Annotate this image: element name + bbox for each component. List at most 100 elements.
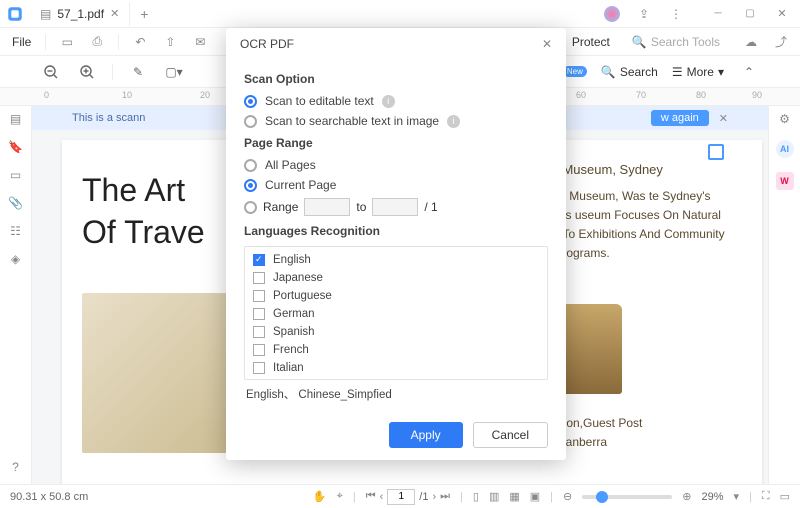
first-page-icon[interactable]: ⏮ — [366, 490, 376, 503]
tab-protect[interactable]: Protect — [572, 35, 610, 49]
page-input[interactable] — [387, 489, 415, 505]
collapse-icon[interactable]: ⌃ — [738, 61, 760, 83]
zoom-in-status-icon[interactable]: ⊕ — [682, 490, 691, 503]
page-range-heading: Page Range — [244, 136, 548, 150]
shape-dropdown[interactable]: ▢▾ — [163, 61, 185, 83]
mail-icon[interactable]: ✉ — [189, 31, 211, 53]
more-button[interactable]: ☰More▾ — [672, 65, 724, 79]
lang-row[interactable]: French — [253, 341, 539, 359]
share-icon[interactable]: ⤴ — [770, 31, 792, 53]
banner-again-button[interactable]: w again — [651, 110, 709, 126]
lang-label: Japanese — [273, 272, 323, 284]
lang-checkbox[interactable] — [253, 272, 265, 284]
help-icon[interactable]: ? — [12, 460, 19, 474]
lang-label: German — [273, 308, 315, 320]
lang-label: French — [273, 344, 309, 356]
banner-close-icon[interactable]: ✕ — [719, 112, 728, 125]
lang-row[interactable]: German — [253, 305, 539, 323]
select-tool-icon[interactable]: ⌖ — [337, 490, 343, 503]
lang-row[interactable]: Japanese — [253, 269, 539, 287]
window-minimize-button[interactable] — [704, 2, 732, 26]
radio-range[interactable] — [244, 201, 257, 214]
two-page-icon[interactable]: ▦ — [509, 490, 519, 503]
word-icon[interactable]: W — [776, 172, 794, 190]
lang-checkbox[interactable] — [253, 362, 265, 374]
layers-icon[interactable]: ◈ — [11, 252, 20, 266]
zoom-slider[interactable] — [582, 495, 672, 499]
search-tools-input[interactable]: 🔍 Search Tools — [632, 35, 720, 49]
radio-editable[interactable] — [244, 95, 257, 108]
fields-icon[interactable]: ☷ — [10, 224, 21, 238]
document-tab[interactable]: ▤ 57_1.pdf ✕ — [30, 2, 130, 26]
ai-orb-icon[interactable] — [598, 2, 626, 26]
cloud-icon[interactable]: ☁ — [740, 31, 762, 53]
undo-icon[interactable]: ↶ — [129, 31, 151, 53]
last-page-icon[interactable]: ⏭ — [440, 490, 450, 503]
page-total: /1 — [419, 491, 428, 503]
properties-icon[interactable]: ⚙ — [779, 112, 790, 126]
file-menu[interactable]: File — [8, 35, 35, 49]
selected-languages: English、 Chinese_Simpfied — [244, 380, 548, 408]
info-icon[interactable]: i — [447, 115, 460, 128]
highlighter-icon[interactable]: ✎ — [127, 61, 149, 83]
window-close-button[interactable] — [768, 2, 796, 26]
thumbnails-icon[interactable]: ▤ — [10, 112, 21, 126]
lang-checkbox[interactable] — [253, 254, 265, 266]
radio-searchable-label: Scan to searchable text in image — [265, 114, 439, 128]
radio-current-page[interactable] — [244, 179, 257, 192]
hand-tool-icon[interactable]: ✋ — [313, 490, 327, 503]
print-icon[interactable]: ⎙ — [86, 31, 108, 53]
read-mode-icon[interactable]: ▭ — [780, 490, 790, 503]
dialog-close-icon[interactable]: ✕ — [542, 37, 552, 51]
range-total-label: / 1 — [424, 200, 437, 214]
languages-heading: Languages Recognition — [244, 224, 548, 238]
pin-icon[interactable]: ⇪ — [630, 2, 658, 26]
lang-row[interactable]: Italian — [253, 359, 539, 377]
search-button[interactable]: 🔍Search — [601, 65, 658, 79]
comments-icon[interactable]: ▭ — [10, 168, 21, 182]
kebab-icon[interactable]: ⋮ — [662, 2, 690, 26]
lang-row[interactable]: Portuguese — [253, 287, 539, 305]
tab-add-button[interactable]: + — [130, 6, 158, 22]
export-icon[interactable]: ⇧ — [159, 31, 181, 53]
lang-checkbox[interactable] — [253, 308, 265, 320]
lang-row[interactable]: English — [253, 251, 539, 269]
radio-all-pages[interactable] — [244, 159, 257, 172]
radio-searchable[interactable] — [244, 115, 257, 128]
fit-screen-icon[interactable]: ⛶ — [762, 490, 770, 503]
window-maximize-button[interactable] — [736, 2, 764, 26]
lang-row[interactable]: Spanish — [253, 323, 539, 341]
banner-text: This is a scann — [72, 112, 145, 124]
search-icon: 🔍 — [632, 35, 647, 49]
cancel-button[interactable]: Cancel — [473, 422, 548, 448]
zoom-out-status-icon[interactable]: ⊖ — [563, 490, 572, 503]
radio-range-label: Range — [263, 200, 298, 214]
zoom-handle[interactable] — [596, 491, 608, 503]
zoom-dropdown-icon[interactable]: ▾ — [734, 490, 740, 503]
lang-checkbox[interactable] — [253, 344, 265, 356]
prev-page-icon[interactable]: ‹ — [380, 491, 384, 503]
attachments-icon[interactable]: 📎 — [8, 196, 23, 210]
languages-list[interactable]: English Japanese Portuguese German Spanish Fr… — [244, 246, 548, 380]
zoom-in-icon[interactable] — [76, 61, 98, 83]
zoom-percent: 29% — [701, 491, 723, 503]
info-icon[interactable]: i — [382, 95, 395, 108]
lang-checkbox[interactable] — [253, 326, 265, 338]
ai-icon[interactable]: AI — [776, 140, 794, 158]
bookmarks-icon[interactable]: 🔖 — [8, 140, 23, 154]
hamburger-icon: ☰ — [672, 65, 683, 79]
book-view-icon[interactable]: ▣ — [530, 490, 540, 503]
lang-checkbox[interactable] — [253, 290, 265, 302]
app-logo — [0, 0, 30, 28]
selection-marker-icon[interactable] — [708, 144, 724, 160]
single-page-icon[interactable]: ▯ — [473, 490, 479, 503]
range-to-input[interactable] — [372, 198, 418, 216]
tab-filename: 57_1.pdf — [57, 7, 104, 21]
continuous-icon[interactable]: ▥ — [489, 490, 499, 503]
save-icon[interactable]: ▭ — [56, 31, 78, 53]
tab-close-icon[interactable]: ✕ — [110, 7, 119, 20]
range-from-input[interactable] — [304, 198, 350, 216]
zoom-out-icon[interactable] — [40, 61, 62, 83]
apply-button[interactable]: Apply — [389, 422, 463, 448]
next-page-icon[interactable]: › — [432, 491, 436, 503]
